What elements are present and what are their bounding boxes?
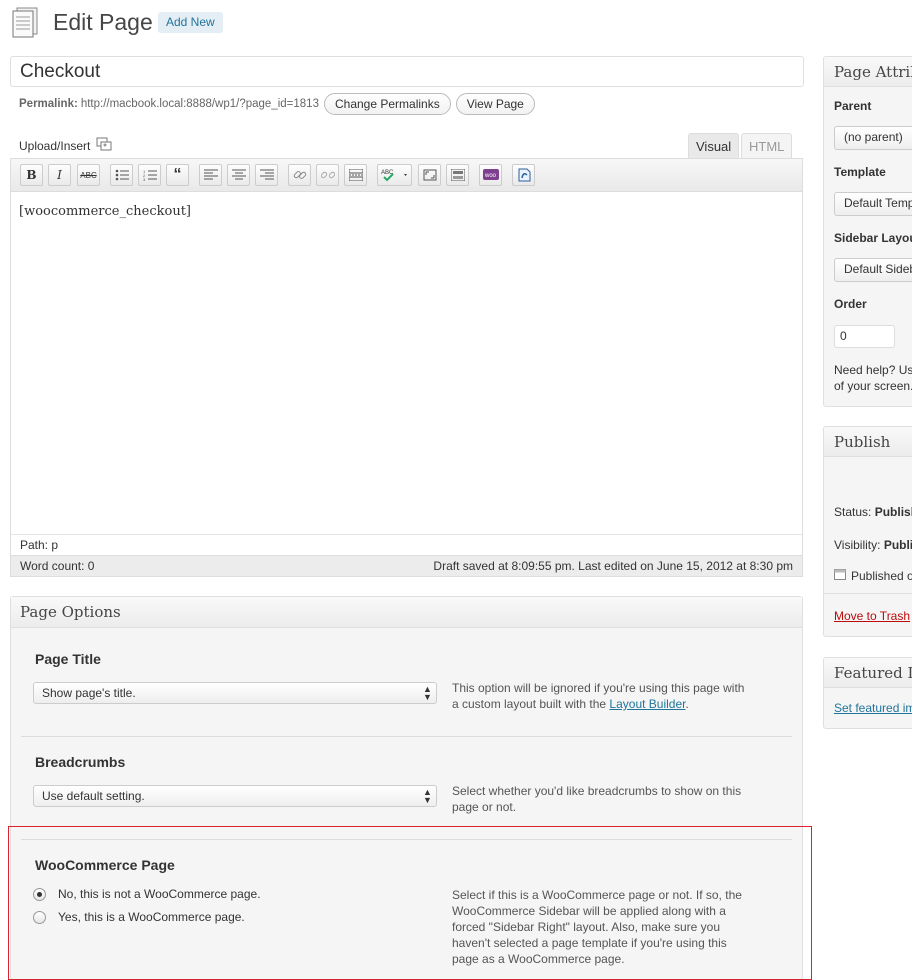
- breadcrumbs-select-value[interactable]: Use default setting.: [42, 789, 145, 803]
- editor-content-area[interactable]: [woocommerce_checkout]: [11, 192, 802, 534]
- publish-box: Publish Status: Published Visibility: Pu…: [823, 426, 912, 637]
- published-on-label: Published on:: [851, 569, 912, 583]
- page-attributes-heading: Page Attributes: [824, 57, 912, 87]
- path-bar: Path: p: [11, 534, 802, 555]
- page-options-heading: Page Options: [11, 597, 802, 628]
- radio-checked-icon[interactable]: [33, 887, 46, 901]
- woocommerce-option-label: WooCommerce Page: [35, 857, 175, 873]
- status-row: Status: Published: [834, 504, 912, 520]
- numbered-list-icon[interactable]: 123: [138, 164, 161, 186]
- blockquote-icon[interactable]: “: [166, 164, 189, 186]
- kitchen-sink-icon[interactable]: [446, 164, 469, 186]
- page-title-description: This option will be ignored if you're us…: [452, 680, 752, 712]
- page-title: Edit Page: [53, 9, 153, 35]
- draft-status: Draft saved at 8:09:55 pm. Last edited o…: [433, 559, 793, 573]
- fullscreen-icon[interactable]: [418, 164, 441, 186]
- spellcheck-icon[interactable]: ABC: [377, 164, 412, 186]
- page-title-option-label: Page Title: [35, 651, 101, 667]
- move-to-trash-link[interactable]: Move to Trash: [834, 608, 910, 624]
- breadcrumbs-description: Select whether you'd like breadcrumbs to…: [452, 784, 742, 814]
- woocommerce-yes-label[interactable]: Yes, this is a WooCommerce page.: [58, 910, 245, 924]
- align-left-icon[interactable]: [199, 164, 222, 186]
- tab-html[interactable]: HTML: [741, 133, 793, 159]
- woocommerce-description: Select if this is a WooCommerce page or …: [452, 888, 742, 966]
- breadcrumbs-option-label: Breadcrumbs: [35, 754, 126, 770]
- permalink-url[interactable]: http://macbook.local:8888/wp1/?page_id=1…: [81, 98, 319, 110]
- help-text-line-2: of your screen.: [834, 379, 912, 393]
- radio-unchecked-icon[interactable]: [33, 910, 46, 924]
- change-permalinks-button[interactable]: Change Permalinks: [323, 93, 451, 115]
- select-arrows-icon[interactable]: ▲ ▼: [423, 788, 432, 805]
- unlink-icon[interactable]: [316, 164, 339, 186]
- sidebar-layout-select[interactable]: Default Sidebar Layout: [834, 258, 912, 282]
- woocommerce-no-label[interactable]: No, this is not a WooCommerce page.: [58, 887, 261, 901]
- help-text-line-1: Need help? Use the Help tab in the upper…: [834, 363, 912, 377]
- calendar-icon: [834, 568, 846, 584]
- align-center-icon[interactable]: [227, 164, 250, 186]
- featured-image-box: Featured Image Set featured image: [823, 657, 912, 729]
- shortcode-icon[interactable]: [512, 164, 535, 186]
- post-title-input[interactable]: Checkout: [10, 56, 804, 87]
- strikethrough-icon[interactable]: ABC: [77, 164, 100, 186]
- path-value[interactable]: p: [51, 538, 58, 552]
- visibility-row: Visibility: Public: [834, 537, 912, 553]
- add-new-button[interactable]: Add New: [158, 12, 223, 33]
- view-page-button[interactable]: View Page: [455, 93, 535, 115]
- status-label: Status:: [834, 505, 872, 519]
- svg-text:woo: woo: [484, 173, 497, 179]
- order-input[interactable]: 0: [834, 325, 895, 348]
- editor-toolbar: B I ABC 123 “ ABC woo: [11, 159, 802, 192]
- template-label: Template: [834, 165, 886, 179]
- sidebar-layout-label: Sidebar Layout: [834, 231, 912, 245]
- page-title-select[interactable]: Show page's title. ▲ ▼: [33, 682, 437, 704]
- divider: [824, 593, 912, 594]
- layout-builder-link[interactable]: Layout Builder: [609, 697, 685, 711]
- parent-select[interactable]: (no parent): [834, 126, 912, 150]
- order-label: Order: [834, 297, 867, 311]
- breadcrumbs-select[interactable]: Use default setting. ▲ ▼: [33, 785, 437, 807]
- featured-image-heading: Featured Image: [824, 658, 912, 688]
- status-bar: Word count: 0 Draft saved at 8:09:55 pm.…: [11, 555, 802, 576]
- align-right-icon[interactable]: [255, 164, 278, 186]
- permalink-row: Permalink: http://macbook.local:8888/wp1…: [19, 92, 535, 116]
- svg-text:3: 3: [143, 177, 146, 181]
- insert-link-icon[interactable]: [288, 164, 311, 186]
- page-options-box: Page Options Page Title Show page's titl…: [10, 596, 803, 980]
- tab-visual[interactable]: Visual: [688, 133, 740, 159]
- set-featured-image-link[interactable]: Set featured image: [834, 700, 912, 716]
- woocommerce-icon[interactable]: woo: [479, 164, 502, 186]
- select-arrows-icon[interactable]: ▲ ▼: [423, 685, 432, 702]
- more-tag-icon[interactable]: [344, 164, 367, 186]
- published-on-row: Published on:: [834, 568, 912, 584]
- divider: [21, 736, 792, 737]
- content-editor: B I ABC 123 “ ABC woo [woocommerce_check…: [10, 158, 803, 577]
- permalink-label: Permalink:: [19, 98, 78, 110]
- woocommerce-radio-no[interactable]: No, this is not a WooCommerce page.: [33, 887, 261, 901]
- pages-icon: [11, 6, 41, 38]
- add-media-icon[interactable]: [96, 137, 112, 154]
- divider: [21, 839, 792, 840]
- path-label: Path:: [20, 538, 49, 552]
- template-select[interactable]: Default Template: [834, 192, 912, 216]
- bold-icon[interactable]: B: [20, 164, 43, 186]
- word-count: Word count: 0: [20, 559, 95, 573]
- bullet-list-icon[interactable]: [110, 164, 133, 186]
- italic-icon[interactable]: I: [48, 164, 71, 186]
- publish-heading: Publish: [824, 427, 912, 457]
- upload-insert[interactable]: Upload/Insert: [19, 137, 112, 154]
- page-title-desc-text: This option will be ignored if you're us…: [452, 681, 745, 711]
- upload-insert-label[interactable]: Upload/Insert: [19, 139, 90, 153]
- woocommerce-radio-yes[interactable]: Yes, this is a WooCommerce page.: [33, 910, 245, 924]
- visibility-value: Public: [883, 538, 912, 552]
- page-title-desc-end: .: [685, 697, 689, 711]
- status-value: Published: [874, 505, 912, 519]
- page-attributes-box: Page Attributes Parent (no parent) Templ…: [823, 56, 912, 407]
- visibility-label: Visibility:: [834, 538, 881, 552]
- parent-label: Parent: [834, 99, 872, 113]
- page-title-select-value[interactable]: Show page's title.: [42, 686, 136, 700]
